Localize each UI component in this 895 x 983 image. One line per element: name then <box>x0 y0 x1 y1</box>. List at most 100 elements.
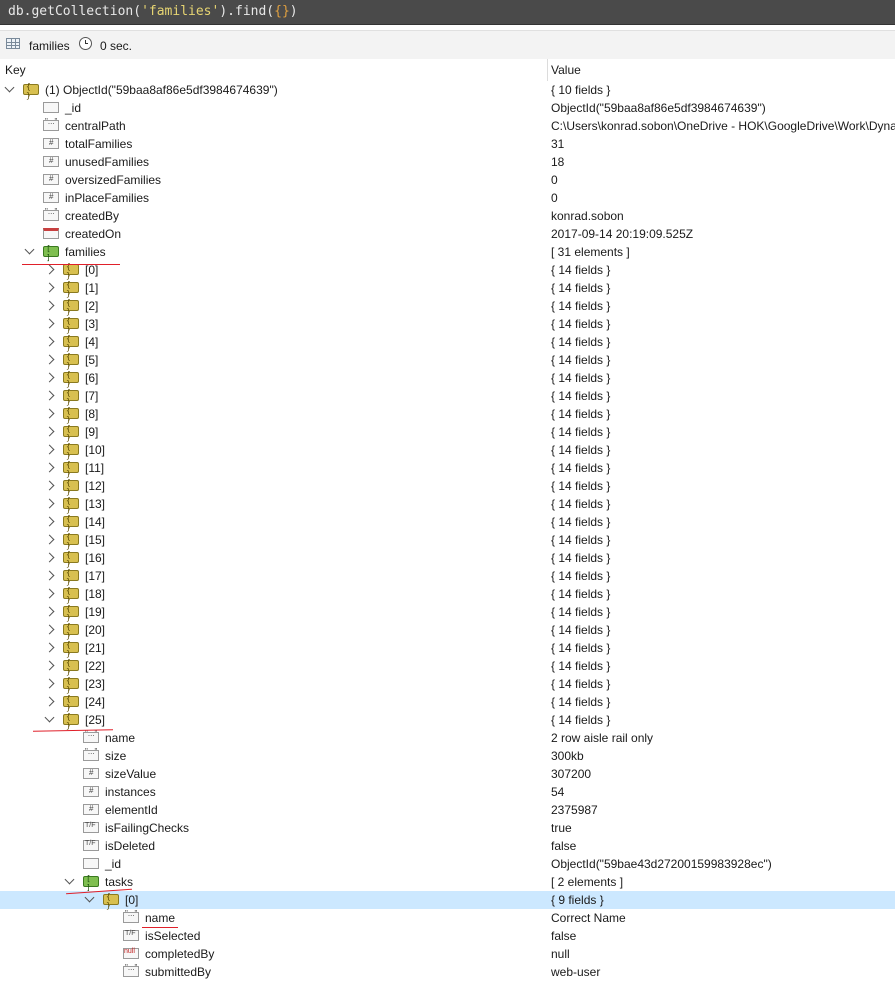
object-icon <box>63 478 79 496</box>
tree-row[interactable]: instances 54 <box>0 783 895 801</box>
tree-row[interactable]: name Correct Name <box>0 909 895 927</box>
tree-row[interactable]: [8] { 14 fields } <box>0 405 895 424</box>
field-key: [18] <box>85 587 106 601</box>
chevron-right-icon[interactable] <box>44 624 55 635</box>
field-key: [2] <box>85 299 99 313</box>
chevron-down-icon[interactable] <box>64 874 75 885</box>
tree-row[interactable]: createdBy konrad.sobon <box>0 207 895 225</box>
tree-row[interactable]: [2] { 14 fields } <box>0 297 895 316</box>
chevron-right-icon[interactable] <box>44 390 55 401</box>
tree-row[interactable]: isDeleted false <box>0 837 895 855</box>
chevron-right-icon[interactable] <box>44 696 55 707</box>
tree-row[interactable]: [3] { 14 fields } <box>0 315 895 334</box>
tree-row[interactable]: [19] { 14 fields } <box>0 603 895 622</box>
tree-row[interactable]: centralPath C:\Users\konrad.sobon\OneDriv… <box>0 117 895 135</box>
chevron-down-icon[interactable] <box>84 892 95 903</box>
tree-row[interactable]: [0] { 9 fields } <box>0 891 895 910</box>
chevron-right-icon[interactable] <box>44 678 55 689</box>
tree-row[interactable]: [16] { 14 fields } <box>0 549 895 568</box>
field-value: false <box>551 839 577 853</box>
field-key: sizeValue <box>105 767 157 781</box>
chevron-right-icon[interactable] <box>44 354 55 365</box>
chevron-right-icon[interactable] <box>44 498 55 509</box>
tree-row[interactable]: [13] { 14 fields } <box>0 495 895 514</box>
field-value: Correct Name <box>551 911 626 925</box>
chevron-down-icon[interactable] <box>24 244 35 255</box>
tree-row[interactable]: [11] { 14 fields } <box>0 459 895 478</box>
chevron-right-icon[interactable] <box>44 462 55 473</box>
chevron-right-icon[interactable] <box>44 642 55 653</box>
object-icon <box>63 568 79 586</box>
tree-row[interactable]: [20] { 14 fields } <box>0 621 895 640</box>
chevron-right-icon[interactable] <box>44 570 55 581</box>
chevron-right-icon[interactable] <box>44 606 55 617</box>
tree-row[interactable]: [4] { 14 fields } <box>0 333 895 352</box>
tree-row[interactable]: isSelected false <box>0 927 895 945</box>
chevron-down-icon[interactable] <box>44 712 55 723</box>
tree-row[interactable]: [7] { 14 fields } <box>0 387 895 406</box>
tree-row[interactable]: [10] { 14 fields } <box>0 441 895 460</box>
tree-row[interactable]: [24] { 14 fields } <box>0 693 895 712</box>
chevron-right-icon[interactable] <box>44 372 55 383</box>
tree-row[interactable]: inPlaceFamilies 0 <box>0 189 895 207</box>
chevron-right-icon[interactable] <box>44 264 55 275</box>
tree-row[interactable]: [22] { 14 fields } <box>0 657 895 676</box>
tree-row[interactable]: [14] { 14 fields } <box>0 513 895 532</box>
query-text[interactable]: db.getCollection('families').find({}) <box>8 4 298 19</box>
tree-row[interactable]: elementId 2375987 <box>0 801 895 819</box>
tree-row[interactable]: [1] { 14 fields } <box>0 279 895 298</box>
tree-row[interactable]: totalFamilies 31 <box>0 135 895 153</box>
object-icon <box>63 262 79 280</box>
query-bar[interactable]: db.getCollection('families').find({}) <box>0 0 895 25</box>
tree-row[interactable]: size 300kb <box>0 747 895 765</box>
chevron-right-icon[interactable] <box>44 426 55 437</box>
tree-row[interactable]: [6] { 14 fields } <box>0 369 895 388</box>
tree-row[interactable]: tasks [ 2 elements ] <box>0 873 895 892</box>
clock-icon <box>79 37 92 50</box>
tree-row[interactable]: [0] { 14 fields } <box>0 261 895 280</box>
field-key: [11] <box>85 461 105 475</box>
key-column-header[interactable]: Key <box>5 63 26 77</box>
tree-row[interactable]: [25] { 14 fields } <box>0 711 895 730</box>
tree-row[interactable]: [17] { 14 fields } <box>0 567 895 586</box>
field-key: [22] <box>85 659 106 673</box>
tree-row[interactable]: _id ObjectId("59bae43d27200159983928ec") <box>0 855 895 873</box>
chevron-right-icon[interactable] <box>44 336 55 347</box>
chevron-right-icon[interactable] <box>44 534 55 545</box>
chevron-right-icon[interactable] <box>44 282 55 293</box>
tree-row[interactable]: createdOn 2017-09-14 20:19:09.525Z <box>0 225 895 243</box>
tree-row[interactable]: [5] { 14 fields } <box>0 351 895 370</box>
field-key: [3] <box>85 317 99 331</box>
tree-row[interactable]: name 2 row aisle rail only <box>0 729 895 747</box>
tree-row[interactable]: submittedBy web-user <box>0 963 895 981</box>
tree-row[interactable]: unusedFamilies 18 <box>0 153 895 171</box>
column-divider[interactable] <box>547 59 548 81</box>
tree-row[interactable]: [18] { 14 fields } <box>0 585 895 604</box>
value-column-header[interactable]: Value <box>551 63 581 77</box>
tree-row[interactable]: [12] { 14 fields } <box>0 477 895 496</box>
tree-row[interactable]: (1) ObjectId("59baa8af86e5df3984674639")… <box>0 81 895 100</box>
field-key: [16] <box>85 551 106 565</box>
tree-row[interactable]: isFailingChecks true <box>0 819 895 837</box>
chevron-right-icon[interactable] <box>44 408 55 419</box>
tree-row[interactable]: completedBy null <box>0 945 895 963</box>
chevron-down-icon[interactable] <box>4 82 15 93</box>
chevron-right-icon[interactable] <box>44 660 55 671</box>
tree-row[interactable]: [23] { 14 fields } <box>0 675 895 694</box>
chevron-right-icon[interactable] <box>44 444 55 455</box>
chevron-right-icon[interactable] <box>44 552 55 563</box>
tree-row[interactable]: families [ 31 elements ] <box>0 243 895 262</box>
chevron-right-icon[interactable] <box>44 480 55 491</box>
date-icon <box>43 228 59 239</box>
tree-row[interactable]: oversizedFamilies 0 <box>0 171 895 189</box>
tree-row[interactable]: sizeValue 307200 <box>0 765 895 783</box>
tree-row[interactable]: [15] { 14 fields } <box>0 531 895 550</box>
chevron-right-icon[interactable] <box>44 516 55 527</box>
field-value: { 14 fields } <box>551 461 611 475</box>
chevron-right-icon[interactable] <box>44 300 55 311</box>
tree-row[interactable]: [21] { 14 fields } <box>0 639 895 658</box>
tree-row[interactable]: _id ObjectId("59baa8af86e5df3984674639") <box>0 99 895 117</box>
chevron-right-icon[interactable] <box>44 318 55 329</box>
tree-row[interactable]: [9] { 14 fields } <box>0 423 895 442</box>
chevron-right-icon[interactable] <box>44 588 55 599</box>
